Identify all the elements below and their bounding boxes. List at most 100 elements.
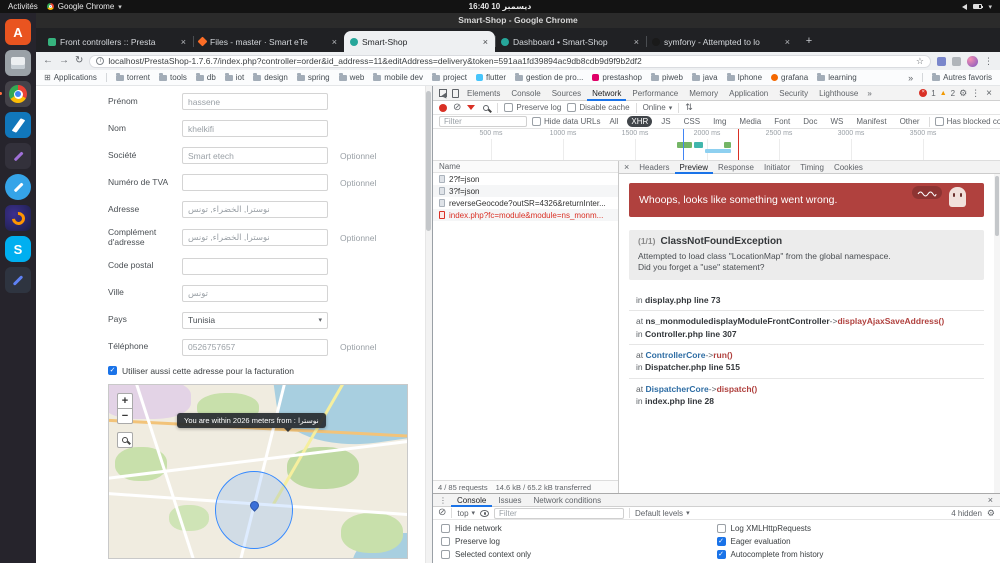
device-toolbar-icon[interactable] [452, 89, 459, 98]
postcode-field[interactable] [182, 258, 328, 275]
preserve-log-checkbox[interactable]: ✓ [504, 103, 513, 112]
system-tray[interactable]: ▾ [962, 3, 992, 11]
bookmark-grafana[interactable]: grafana [771, 73, 808, 82]
tab-close-icon[interactable]: × [633, 37, 640, 47]
devtools-tab-console[interactable]: Console [506, 86, 545, 101]
address2-field[interactable]: نوسترا, الخضراء, تونس [182, 229, 328, 246]
map-zoom-out-button[interactable]: − [117, 408, 133, 424]
throttling-dropdown[interactable]: Online▾ [643, 103, 673, 112]
detail-tab-response[interactable]: Response [713, 161, 759, 174]
tab-close-icon[interactable]: × [482, 37, 489, 47]
bookmark-spring[interactable]: spring [297, 73, 330, 82]
city-field[interactable]: تونس [182, 285, 328, 302]
bookmark-project[interactable]: project [432, 73, 467, 82]
other-bookmarks-button[interactable]: Autres favoris [932, 73, 992, 82]
tab-smart-shop[interactable]: Smart-Shop × [344, 31, 495, 52]
location-map[interactable]: You are within 2026 meters from : نوسترا… [108, 384, 408, 559]
devtools-menu-icon[interactable]: ⋮ [971, 88, 980, 99]
context-selector[interactable]: top▾ [457, 509, 475, 518]
bookmark-web[interactable]: web [339, 73, 365, 82]
close-detail-icon[interactable]: × [619, 162, 634, 172]
network-filter-input[interactable] [439, 116, 527, 127]
filter-pill-font[interactable]: Font [770, 116, 794, 127]
console-settings-gear-icon[interactable]: ⚙ [987, 508, 995, 519]
selected-context-checkbox[interactable]: ✓ [441, 550, 450, 559]
forward-button[interactable]: → [59, 56, 69, 66]
eager-evaluation-checkbox[interactable]: ✓ [717, 537, 726, 546]
activities-button[interactable]: Activités [8, 2, 38, 11]
clock[interactable]: 16:40 10 ديسمبر [469, 2, 532, 11]
tab-files-master[interactable]: Files - master · Smart eTe × [193, 31, 344, 52]
trace-frame[interactable]: at ns_monmoduledisplayModuleFrontControl… [629, 311, 984, 345]
devtools-tab-sources[interactable]: Sources [547, 86, 586, 101]
bookmarks-overflow-icon[interactable]: » [908, 73, 913, 83]
trace-method[interactable]: run() [713, 350, 732, 360]
new-tab-button[interactable]: + [801, 33, 817, 49]
lastname-field[interactable]: khelkifi [182, 120, 328, 137]
filter-pill-js[interactable]: JS [657, 116, 674, 127]
devtools-tab-memory[interactable]: Memory [684, 86, 723, 101]
detail-tab-preview[interactable]: Preview [675, 161, 713, 174]
more-tabs-icon[interactable]: » [864, 89, 874, 98]
bookmark-prestashop[interactable]: prestashop [592, 73, 642, 82]
trace-method[interactable]: dispatch() [717, 384, 758, 394]
site-info-icon[interactable]: i [96, 57, 104, 65]
warning-badge-icon[interactable]: ▲ [940, 90, 947, 97]
bookmark-gestion[interactable]: gestion de pro... [515, 73, 583, 82]
bookmark-applications[interactable]: ⊞Applications [44, 73, 97, 82]
detail-tab-headers[interactable]: Headers [634, 161, 674, 174]
bookmark-piweb[interactable]: piweb [651, 73, 683, 82]
reload-button[interactable]: ↻ [75, 56, 83, 66]
trace-frame[interactable]: in display.php line 73 [629, 290, 984, 311]
filter-pill-media[interactable]: Media [735, 116, 765, 127]
filter-pill-xhr[interactable]: XHR [627, 116, 652, 127]
filter-pill-img[interactable]: Img [709, 116, 730, 127]
devtools-tab-performance[interactable]: Performance [627, 86, 683, 101]
trace-method[interactable]: displayAjaxSaveAddress() [837, 316, 944, 326]
trace-frame[interactable]: at ControllerCore->run() in Dispatcher.p… [629, 345, 984, 379]
app-menu[interactable]: Google Chrome ▾ [47, 2, 122, 11]
filter-pill-css[interactable]: CSS [680, 116, 704, 127]
dock-firefox-icon[interactable] [5, 205, 31, 231]
tab-symfony-error[interactable]: symfony - Attempted to lo × [646, 31, 797, 52]
bookmark-tools[interactable]: tools [159, 73, 187, 82]
filter-pill-ws[interactable]: WS [826, 116, 847, 127]
live-expression-eye-icon[interactable] [480, 510, 489, 517]
address-bar[interactable]: i localhost/PrestaShop-1.7.6.7/index.php… [89, 55, 931, 68]
dock-screenshot-tool-icon[interactable] [5, 267, 31, 293]
record-button[interactable] [439, 104, 447, 112]
devtools-tab-lighthouse[interactable]: Lighthouse [814, 86, 863, 101]
drawer-tab-network-conditions[interactable]: Network conditions [527, 494, 607, 507]
billing-checkbox-label[interactable]: Utiliser aussi cette adresse pour la fac… [122, 366, 294, 376]
bookmark-design[interactable]: design [253, 73, 288, 82]
trace-frame[interactable]: at DispatcherCore->dispatch() in index.p… [629, 379, 984, 412]
tab-dashboard[interactable]: Dashboard • Smart-Shop × [495, 31, 646, 52]
log-xhr-checkbox[interactable]: ✓ [717, 524, 726, 533]
devtools-tab-elements[interactable]: Elements [462, 86, 505, 101]
filter-pill-manifest[interactable]: Manifest [852, 116, 890, 127]
import-export-har-icon[interactable]: ⇅ [685, 102, 693, 113]
vat-field[interactable] [182, 174, 328, 191]
dock-files-icon[interactable] [5, 50, 31, 76]
devtools-tab-network[interactable]: Network [587, 86, 626, 101]
preview-scrollbar[interactable] [994, 174, 1000, 493]
bookmark-mobile-dev[interactable]: mobile dev [373, 73, 423, 82]
detail-tab-cookies[interactable]: Cookies [829, 161, 868, 174]
drawer-menu-icon[interactable]: ⋮ [435, 496, 451, 505]
dock-ubuntu-software-icon[interactable]: A [5, 19, 31, 45]
request-row[interactable]: 2?f=json [433, 173, 618, 185]
bookmark-learning[interactable]: learning [817, 73, 856, 82]
filter-pill-other[interactable]: Other [896, 116, 924, 127]
dock-editor-icon[interactable] [5, 174, 31, 200]
drawer-tab-issues[interactable]: Issues [492, 494, 527, 507]
company-field[interactable]: Smart etech [182, 147, 328, 164]
dock-vscode-icon[interactable] [5, 112, 31, 138]
request-row[interactable]: 3?f=json [433, 185, 618, 197]
tab-close-icon[interactable]: × [784, 37, 791, 47]
extension-icon[interactable] [952, 57, 961, 66]
clear-console-icon[interactable]: ⊘ [438, 508, 446, 518]
inspect-element-icon[interactable] [439, 89, 447, 97]
clear-icon[interactable]: ⊘ [453, 103, 461, 113]
filter-pill-doc[interactable]: Doc [799, 116, 821, 127]
map-search-button[interactable] [117, 432, 133, 448]
